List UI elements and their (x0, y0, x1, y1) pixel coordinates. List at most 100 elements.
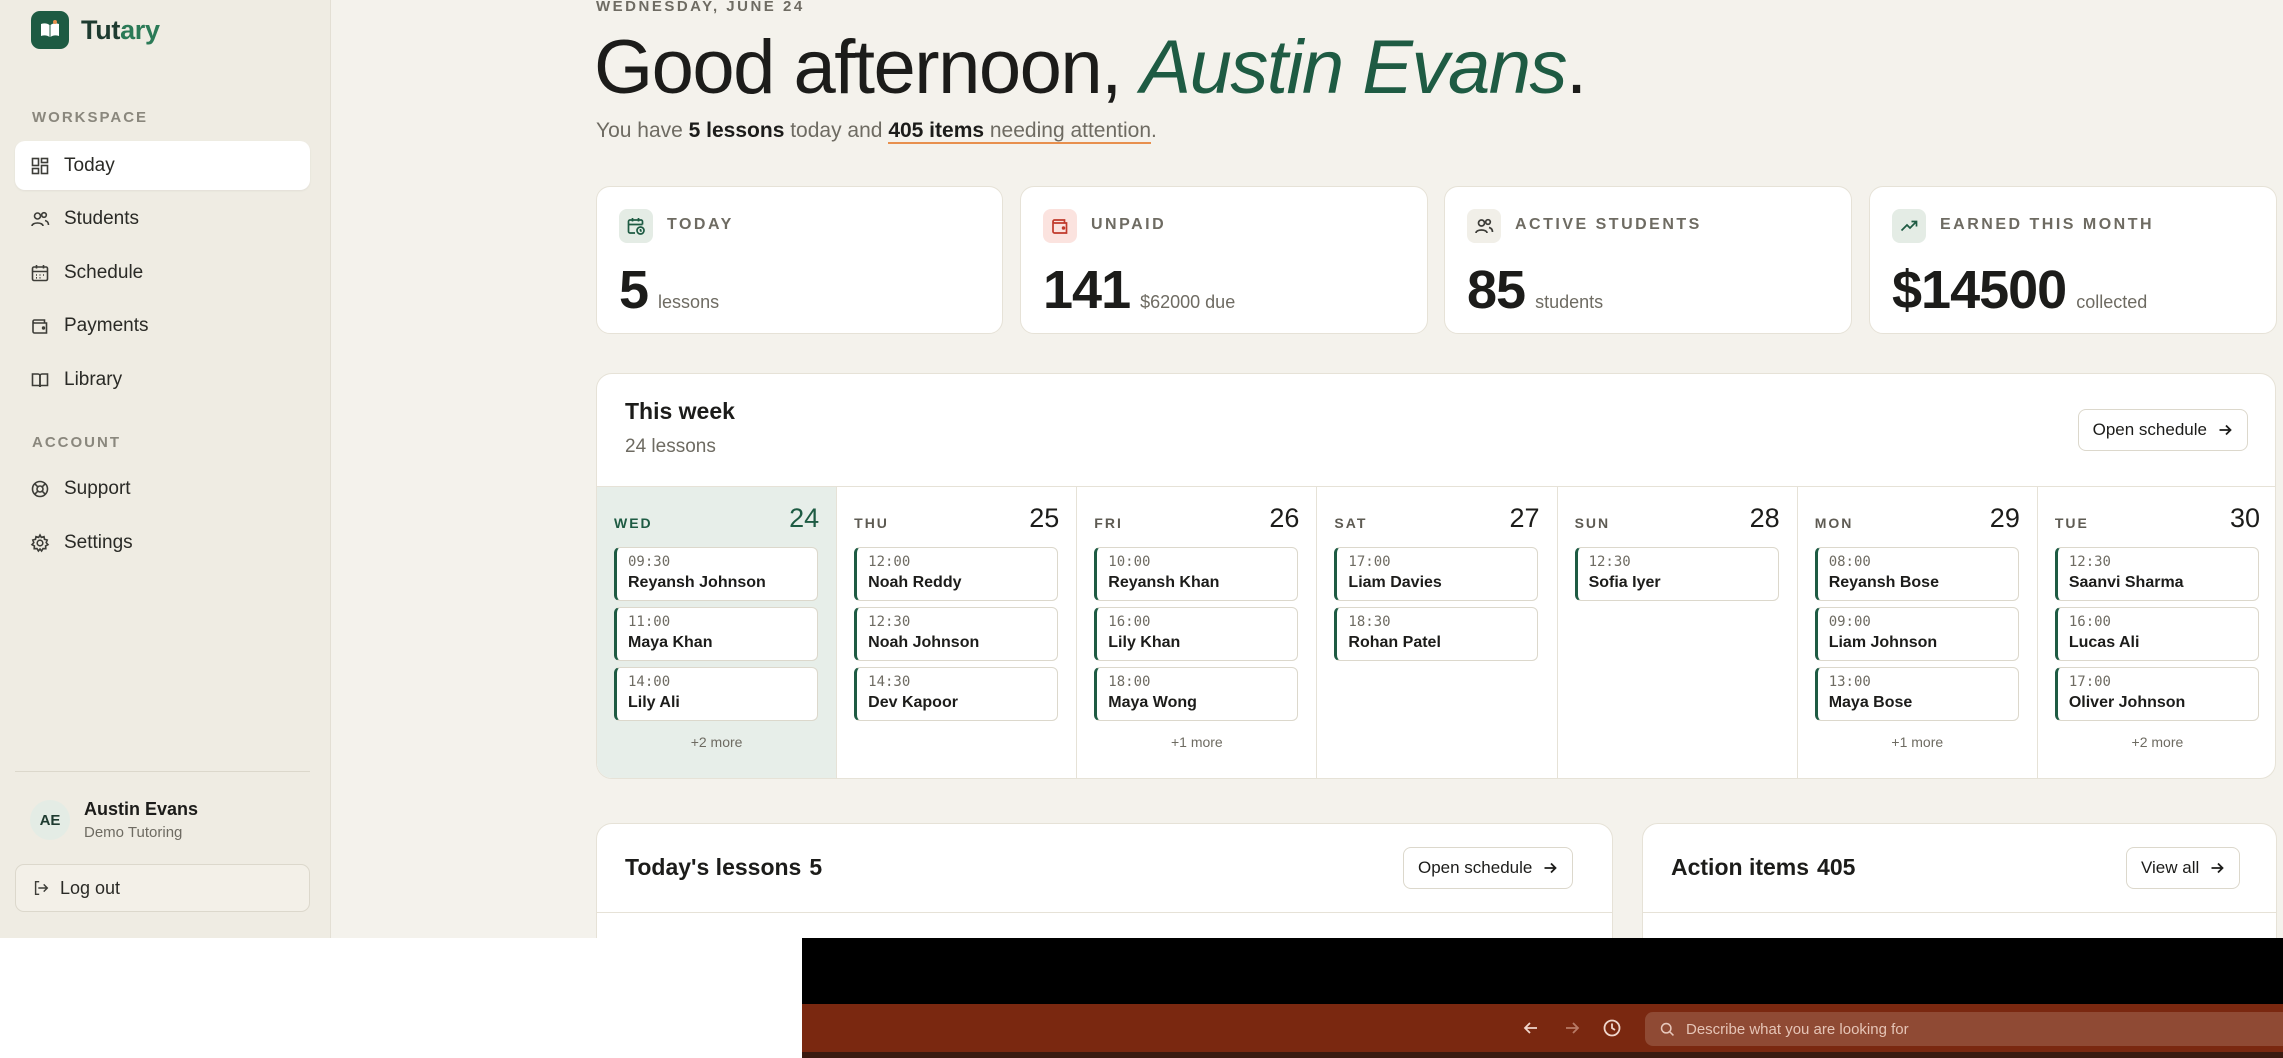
lesson-card[interactable]: 14:00 Lily Ali (614, 667, 818, 721)
back-arrow-icon[interactable] (1519, 1016, 1543, 1040)
lesson-student: Liam Davies (1348, 574, 1442, 591)
open-schedule-button[interactable]: Open schedule (2077, 409, 2248, 451)
user-name: Austin Evans (84, 799, 199, 819)
lesson-student: Maya Bose (1828, 694, 1913, 711)
forward-arrow-icon[interactable] (1560, 1016, 1584, 1040)
stat-label: UNPAID (1091, 216, 1167, 233)
lesson-card[interactable]: 10:00 Reyansh Khan (1094, 547, 1299, 601)
lesson-card[interactable]: 13:00 Maya Bose (1814, 667, 2019, 721)
lesson-card[interactable]: 09:30 Reyansh Johnson (614, 547, 818, 601)
lesson-student: Liam Johnson (1828, 634, 1938, 651)
lesson-card[interactable]: 16:00 Lucas Ali (2054, 607, 2259, 661)
stat-value: 5 lessons (619, 260, 720, 320)
more-lessons-link[interactable]: +1 more (1077, 734, 1316, 750)
lesson-time: 16:00 (2068, 614, 2111, 630)
lesson-student: Reyansh Bose (1828, 574, 1939, 591)
stat-value: 141 $62000 due (1043, 260, 1236, 320)
day-column-fri: FRI 26 10:00 Reyansh Khan 16:00 Lily Khan 18:0… (1077, 487, 1318, 778)
page-title: Good afternoon, Austin Evans. (594, 25, 1587, 110)
action-items-count: 405 (1817, 854, 1856, 880)
day-number: 26 (1269, 503, 1300, 533)
lesson-card[interactable]: 09:00 Liam Johnson (1814, 607, 2019, 661)
stat-card-active-students[interactable]: ACTIVE STUDENTS 85 students (1444, 186, 1852, 334)
browser-toolbar-strip (802, 1052, 2283, 1058)
panel-divider (1643, 912, 2276, 913)
day-column-sat: SAT 27 17:00 Liam Davies 18:30 Rohan Patel (1317, 487, 1558, 778)
day-column-sun: SUN 28 12:30 Sofia Iyer (1558, 487, 1798, 778)
lesson-card[interactable]: 12:30 Noah Johnson (854, 607, 1059, 661)
sidebar-item-students[interactable]: Students (15, 194, 310, 243)
stat-label: EARNED THIS MONTH (1940, 216, 2155, 233)
lesson-card[interactable]: 16:00 Lily Khan (1094, 607, 1299, 661)
lesson-card[interactable]: 12:00 Noah Reddy (854, 547, 1059, 601)
sidebar-item-library[interactable]: Library (15, 355, 310, 404)
more-lessons-link[interactable]: +1 more (1798, 734, 2037, 750)
sidebar-item-support[interactable]: Support (15, 464, 310, 513)
action-items-title: Action items 405 (1671, 854, 1856, 880)
sidebar-divider (15, 771, 310, 772)
day-number: 24 (789, 503, 820, 533)
week-subtitle: 24 lessons (625, 436, 716, 457)
lesson-time: 16:00 (1108, 614, 1151, 630)
sidebar-item-label: Support (64, 477, 131, 499)
logout-icon (34, 880, 49, 896)
sidebar-item-label: Students (64, 207, 139, 229)
day-name: TUE (2054, 515, 2089, 531)
users-icon (1467, 209, 1501, 243)
open-schedule-button[interactable]: Open schedule (1403, 847, 1574, 889)
history-clock-icon[interactable] (1600, 1016, 1624, 1040)
sidebar-item-schedule[interactable]: Schedule (15, 248, 310, 297)
lessons-count-text: 5 lessons (688, 119, 785, 142)
lesson-card[interactable]: 17:00 Liam Davies (1334, 547, 1539, 601)
lesson-student: Maya Khan (628, 634, 713, 651)
lesson-card[interactable]: 18:30 Rohan Patel (1334, 607, 1539, 661)
lesson-student: Rohan Patel (1348, 634, 1441, 651)
sidebar-item-label: Schedule (64, 261, 144, 283)
greeting-name: Austin Evans (1140, 25, 1567, 110)
workspace-section-label: WORKSPACE (32, 109, 149, 126)
lesson-card[interactable]: 12:30 Sofia Iyer (1574, 547, 1779, 601)
attention-link[interactable]: 405 items needing attention (888, 119, 1152, 144)
more-lessons-link[interactable]: +2 more (597, 734, 836, 750)
lesson-student: Lily Khan (1108, 634, 1181, 651)
search-input[interactable] (1686, 1020, 2246, 1038)
lesson-card[interactable]: 11:00 Maya Khan (614, 607, 818, 661)
book-icon (31, 372, 49, 387)
account-section-label: ACCOUNT (32, 434, 121, 451)
lesson-time: 14:00 (628, 674, 671, 690)
lesson-student: Sofia Iyer (1588, 574, 1661, 591)
lesson-card[interactable]: 17:00 Oliver Johnson (2054, 667, 2259, 721)
calendar-icon (31, 264, 49, 281)
search-icon (1660, 1022, 1674, 1036)
lesson-card[interactable]: 12:30 Saanvi Sharma (2054, 547, 2259, 601)
sidebar-item-settings[interactable]: Settings (15, 518, 310, 567)
panel-divider (597, 912, 1612, 913)
lesson-card[interactable]: 14:30 Dev Kapoor (854, 667, 1059, 721)
arrow-right-icon (2211, 862, 2225, 874)
sidebar-item-payments[interactable]: Payments (15, 301, 310, 350)
sidebar-item-today[interactable]: Today (15, 141, 310, 190)
stat-label: TODAY (667, 216, 734, 233)
brand[interactable]: Tutary (31, 11, 160, 49)
more-lessons-link[interactable]: +2 more (2038, 734, 2275, 750)
lesson-student: Noah Johnson (868, 634, 980, 651)
lesson-time: 13:00 (1828, 674, 1871, 690)
logout-button[interactable]: Log out (15, 864, 310, 912)
day-column-mon: MON 29 08:00 Reyansh Bose 09:00 Liam Johnson 1… (1798, 487, 2038, 778)
user-profile[interactable]: AE Austin Evans Demo Tutoring (30, 799, 198, 841)
week-title: This week (625, 398, 735, 424)
day-name: WED (614, 515, 653, 531)
lesson-card[interactable]: 08:00 Reyansh Bose (1814, 547, 2019, 601)
browser-search-bar[interactable] (1645, 1012, 2283, 1046)
stat-card-unpaid[interactable]: UNPAID 141 $62000 due (1020, 186, 1428, 334)
view-all-button[interactable]: View all (2126, 847, 2241, 889)
lesson-time: 12:30 (2068, 554, 2111, 570)
lesson-student: Lucas Ali (2068, 634, 2140, 651)
day-name: SAT (1334, 515, 1368, 531)
day-number: 28 (1749, 503, 1780, 533)
lesson-student: Lily Ali (628, 694, 680, 711)
stat-card-today[interactable]: TODAY 5 lessons (596, 186, 1003, 334)
lesson-card[interactable]: 18:00 Maya Wong (1094, 667, 1299, 721)
gear-icon (30, 532, 50, 552)
stat-card-earned[interactable]: EARNED THIS MONTH $14500 collected (1869, 186, 2277, 334)
